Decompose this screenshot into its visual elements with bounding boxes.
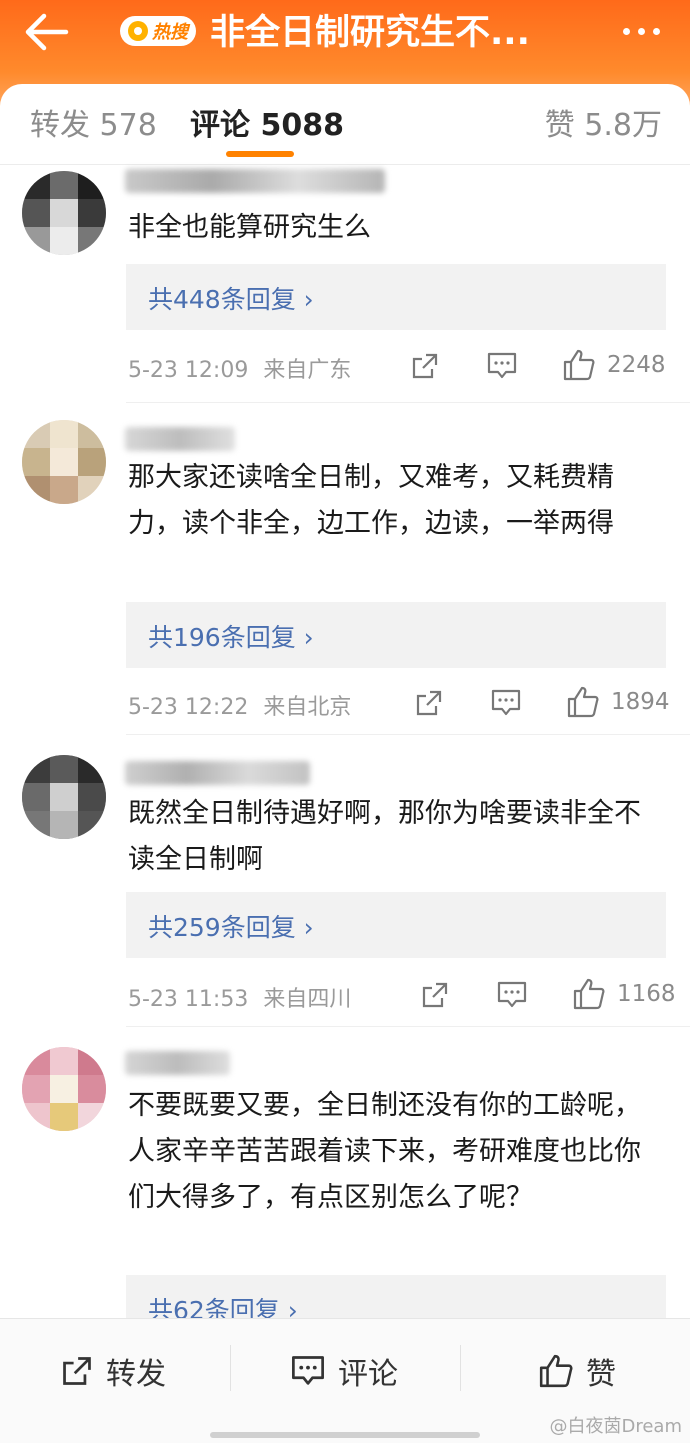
- username-blurred[interactable]: [125, 427, 235, 451]
- thumbs-up-icon[interactable]: [566, 685, 600, 719]
- home-indicator: [210, 1432, 480, 1438]
- like-button[interactable]: 赞: [538, 1349, 616, 1393]
- comment-text: 不要既要又要，全日制还没有你的工龄呢，人家辛辛苦苦跟着读下来，考研难度也比你们大…: [128, 1090, 641, 1213]
- comment-meta: 5-23 11:53 来自四川: [128, 981, 351, 1013]
- tab-bar: 转发 578 评论 5088 赞 5.8万: [0, 84, 690, 165]
- share-icon[interactable]: [420, 980, 450, 1010]
- comment-item: 那大家还读啥全日制，又难考，又耗费精力，读个非全，边工作，边读，一举两得 共19…: [0, 405, 690, 735]
- comment-button[interactable]: 评论: [290, 1349, 398, 1393]
- comment-item: 不要既要又要，全日制还没有你的工龄呢，人家辛辛苦苦跟着读下来，考研难度也比你们大…: [0, 1027, 690, 1318]
- username-blurred[interactable]: [125, 761, 310, 785]
- separator: [460, 1345, 461, 1391]
- thumbs-up-icon[interactable]: [572, 977, 606, 1011]
- hot-search-icon: [128, 21, 148, 41]
- comment-text: 那大家还读啥全日制，又难考，又耗费精力，读个非全，边工作，边读，一举两得: [128, 462, 614, 539]
- back-button[interactable]: [22, 10, 82, 54]
- avatar[interactable]: [22, 171, 106, 255]
- repost-label: 转发: [106, 1357, 166, 1392]
- comment-item: 非全也能算研究生么 共448条回复 › 5-23 12:09 来自广东 2248: [0, 165, 690, 405]
- comment-time: 5-23 11:53: [128, 987, 249, 1012]
- avatar[interactable]: [22, 1047, 106, 1131]
- tab-like[interactable]: 赞 5.8万: [545, 100, 662, 144]
- blurred-avatar-image: [22, 420, 106, 504]
- like-count: 2248: [607, 352, 666, 378]
- blurred-avatar-image: [22, 755, 106, 839]
- comment-time: 5-23 12:22: [128, 695, 249, 720]
- more-dots-icon: [623, 28, 630, 35]
- share-icon[interactable]: [414, 688, 444, 718]
- comment-location: 来自广东: [263, 358, 352, 383]
- avatar[interactable]: [22, 755, 106, 839]
- comment-location: 来自北京: [263, 695, 352, 720]
- view-replies-button[interactable]: 共448条回复 ›: [126, 264, 666, 330]
- thumbs-up-icon[interactable]: [562, 348, 596, 382]
- username-blurred[interactable]: [125, 1051, 230, 1075]
- comment-meta: 5-23 12:09 来自广东: [128, 352, 351, 384]
- repost-button[interactable]: 转发: [60, 1349, 166, 1393]
- reply-count-link: 共196条回复 ›: [148, 623, 314, 652]
- comment-label: 评论: [338, 1357, 398, 1392]
- blurred-avatar-image: [22, 171, 106, 255]
- reply-icon[interactable]: [490, 688, 522, 718]
- comment-text: 既然全日制待遇好啊，那你为啥要读非全不读全日制啊: [128, 798, 641, 875]
- separator: [230, 1345, 231, 1391]
- hot-search-label: 热搜: [152, 22, 188, 43]
- comment-time: 5-23 12:09: [128, 358, 249, 383]
- reply-icon[interactable]: [496, 980, 528, 1010]
- like-count: 1168: [617, 981, 676, 1007]
- view-replies-button[interactable]: 共62条回复 ›: [126, 1275, 666, 1318]
- like-count: 1894: [611, 689, 670, 715]
- watermark: @白夜茵Dream: [549, 1416, 682, 1437]
- reply-icon[interactable]: [486, 351, 518, 381]
- more-button[interactable]: [623, 28, 660, 35]
- comment-meta: 5-23 12:22 来自北京: [128, 689, 351, 721]
- tab-repost[interactable]: 转发 578: [30, 100, 157, 144]
- divider: [126, 402, 690, 403]
- page-title: 非全日制研究生不...: [210, 13, 530, 53]
- thumbs-up-icon: [539, 1354, 573, 1388]
- active-tab-indicator: [226, 151, 294, 157]
- tab-comment[interactable]: 评论 5088: [190, 100, 344, 144]
- avatar[interactable]: [22, 420, 106, 504]
- view-replies-button[interactable]: 共259条回复 ›: [126, 892, 666, 958]
- reply-count-link: 共62条回复 ›: [148, 1296, 298, 1318]
- view-replies-button[interactable]: 共196条回复 ›: [126, 602, 666, 668]
- username-blurred[interactable]: [125, 169, 385, 193]
- share-icon[interactable]: [410, 351, 440, 381]
- blurred-avatar-image: [22, 1047, 106, 1131]
- comment-icon: [292, 1356, 324, 1385]
- reply-count-link: 共259条回复 ›: [148, 913, 314, 942]
- reply-count-link: 共448条回复 ›: [148, 285, 314, 314]
- comment-location: 来自四川: [263, 987, 352, 1012]
- like-label: 赞: [586, 1357, 616, 1392]
- comment-text: 非全也能算研究生么: [128, 212, 371, 243]
- back-arrow-icon: [25, 13, 69, 51]
- share-icon: [63, 1357, 91, 1385]
- comment-item: 既然全日制待遇好啊，那你为啥要读非全不读全日制啊 共259条回复 › 5-23 …: [0, 735, 690, 1027]
- hot-search-badge[interactable]: 热搜: [120, 16, 196, 46]
